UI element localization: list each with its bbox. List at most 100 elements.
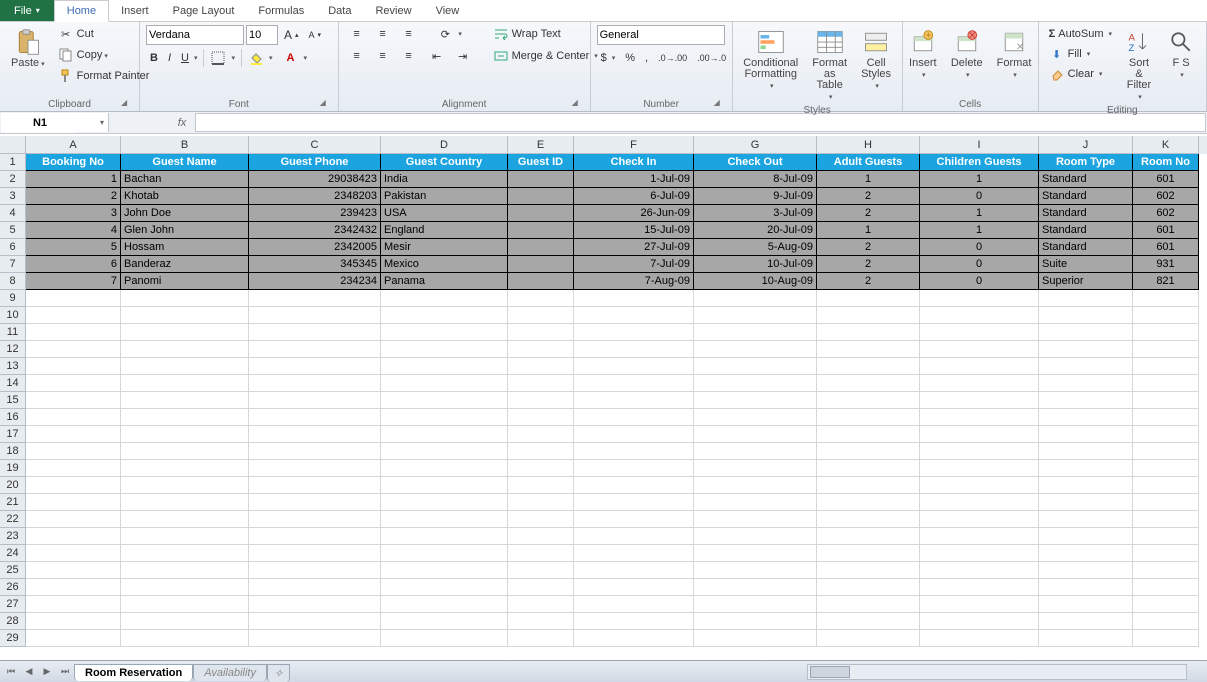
cell[interactable]: 2348203 (249, 188, 381, 205)
cell[interactable] (508, 358, 574, 375)
cell[interactable] (1039, 545, 1133, 562)
cell[interactable]: 2342005 (249, 239, 381, 256)
cell[interactable]: 9-Jul-09 (694, 188, 817, 205)
cell[interactable] (249, 324, 381, 341)
cell[interactable] (121, 545, 249, 562)
cell[interactable] (249, 443, 381, 460)
cell[interactable]: Mesir (381, 239, 508, 256)
cell[interactable] (1133, 511, 1199, 528)
col-header-I[interactable]: I (920, 136, 1039, 154)
cell[interactable] (920, 375, 1039, 392)
cell[interactable] (1133, 494, 1199, 511)
name-box-input[interactable] (5, 113, 75, 133)
col-header-F[interactable]: F (574, 136, 694, 154)
cell[interactable]: 931 (1133, 256, 1199, 273)
row-header[interactable]: 20 (0, 477, 26, 494)
cell[interactable] (249, 426, 381, 443)
cell[interactable] (381, 409, 508, 426)
cell[interactable]: 4 (26, 222, 121, 239)
col-header-B[interactable]: B (121, 136, 249, 154)
row-header[interactable]: 11 (0, 324, 26, 341)
font-name-combo[interactable] (146, 25, 244, 45)
cell[interactable] (817, 443, 920, 460)
cell-styles-button[interactable]: Cell Styles (856, 25, 896, 93)
sheet-tab-new[interactable]: ✧ (267, 664, 290, 682)
cell[interactable] (1039, 409, 1133, 426)
cell[interactable] (508, 528, 574, 545)
row-header[interactable]: 1 (0, 154, 26, 171)
font-size-combo[interactable] (246, 25, 278, 45)
cell[interactable] (381, 375, 508, 392)
dec-decimal-button[interactable]: .00→.0 (693, 49, 730, 67)
cell[interactable] (694, 494, 817, 511)
cell[interactable] (121, 528, 249, 545)
cell[interactable]: Superior (1039, 273, 1133, 290)
cell[interactable] (1039, 341, 1133, 358)
cell[interactable] (508, 630, 574, 647)
row-header[interactable]: 15 (0, 392, 26, 409)
cell[interactable] (121, 341, 249, 358)
grow-font-button[interactable]: A▴ (280, 26, 303, 44)
cell[interactable]: Standard (1039, 188, 1133, 205)
cell[interactable] (249, 358, 381, 375)
cell[interactable] (574, 528, 694, 545)
cell[interactable] (1039, 562, 1133, 579)
cell[interactable]: 27-Jul-09 (574, 239, 694, 256)
accounting-button[interactable]: $ (597, 49, 620, 67)
cell[interactable] (26, 613, 121, 630)
cell[interactable] (920, 528, 1039, 545)
cell[interactable] (508, 290, 574, 307)
cell[interactable]: 2 (817, 239, 920, 256)
cell[interactable] (508, 239, 574, 256)
cell[interactable] (249, 511, 381, 528)
cell[interactable] (1133, 392, 1199, 409)
underline-button[interactable]: U (177, 49, 201, 67)
col-header-E[interactable]: E (508, 136, 574, 154)
cell-grid[interactable]: Booking NoGuest NameGuest PhoneGuest Cou… (26, 154, 1207, 660)
cell[interactable] (817, 324, 920, 341)
cell[interactable] (508, 171, 574, 188)
cell[interactable] (508, 205, 574, 222)
cell[interactable] (1039, 579, 1133, 596)
cell[interactable] (574, 477, 694, 494)
cell[interactable] (694, 409, 817, 426)
col-header-J[interactable]: J (1039, 136, 1133, 154)
tab-view[interactable]: View (424, 0, 472, 21)
row-header[interactable]: 21 (0, 494, 26, 511)
cell[interactable]: 6-Jul-09 (574, 188, 694, 205)
cell[interactable] (1039, 358, 1133, 375)
autosum-button[interactable]: ΣAutoSum (1045, 25, 1116, 43)
cell[interactable] (694, 460, 817, 477)
format-painter-button[interactable]: Format Painter (54, 67, 154, 85)
row-header[interactable]: 13 (0, 358, 26, 375)
cell[interactable]: 0 (920, 256, 1039, 273)
cell[interactable] (817, 596, 920, 613)
cell[interactable] (121, 460, 249, 477)
cell[interactable]: Guest Name (121, 154, 249, 171)
cell[interactable] (694, 341, 817, 358)
cell[interactable] (26, 477, 121, 494)
cell[interactable] (121, 443, 249, 460)
cell[interactable] (574, 426, 694, 443)
cell[interactable] (574, 307, 694, 324)
cond-format-button[interactable]: Conditional Formatting (738, 25, 803, 93)
cell[interactable] (817, 375, 920, 392)
cell[interactable] (1039, 460, 1133, 477)
row-header[interactable]: 28 (0, 613, 26, 630)
cell[interactable] (26, 460, 121, 477)
row-header[interactable]: 14 (0, 375, 26, 392)
cell[interactable] (381, 477, 508, 494)
row-header[interactable]: 5 (0, 222, 26, 239)
cell[interactable] (508, 324, 574, 341)
cell[interactable]: 1 (817, 171, 920, 188)
cell[interactable]: 2 (26, 188, 121, 205)
cell[interactable]: Khotab (121, 188, 249, 205)
cell[interactable] (26, 409, 121, 426)
cell[interactable]: Standard (1039, 222, 1133, 239)
cell[interactable] (508, 256, 574, 273)
row-header[interactable]: 26 (0, 579, 26, 596)
cell[interactable] (920, 630, 1039, 647)
cell[interactable] (817, 562, 920, 579)
cell[interactable] (508, 579, 574, 596)
sheet-nav-first[interactable]: ⏮ (2, 663, 20, 681)
